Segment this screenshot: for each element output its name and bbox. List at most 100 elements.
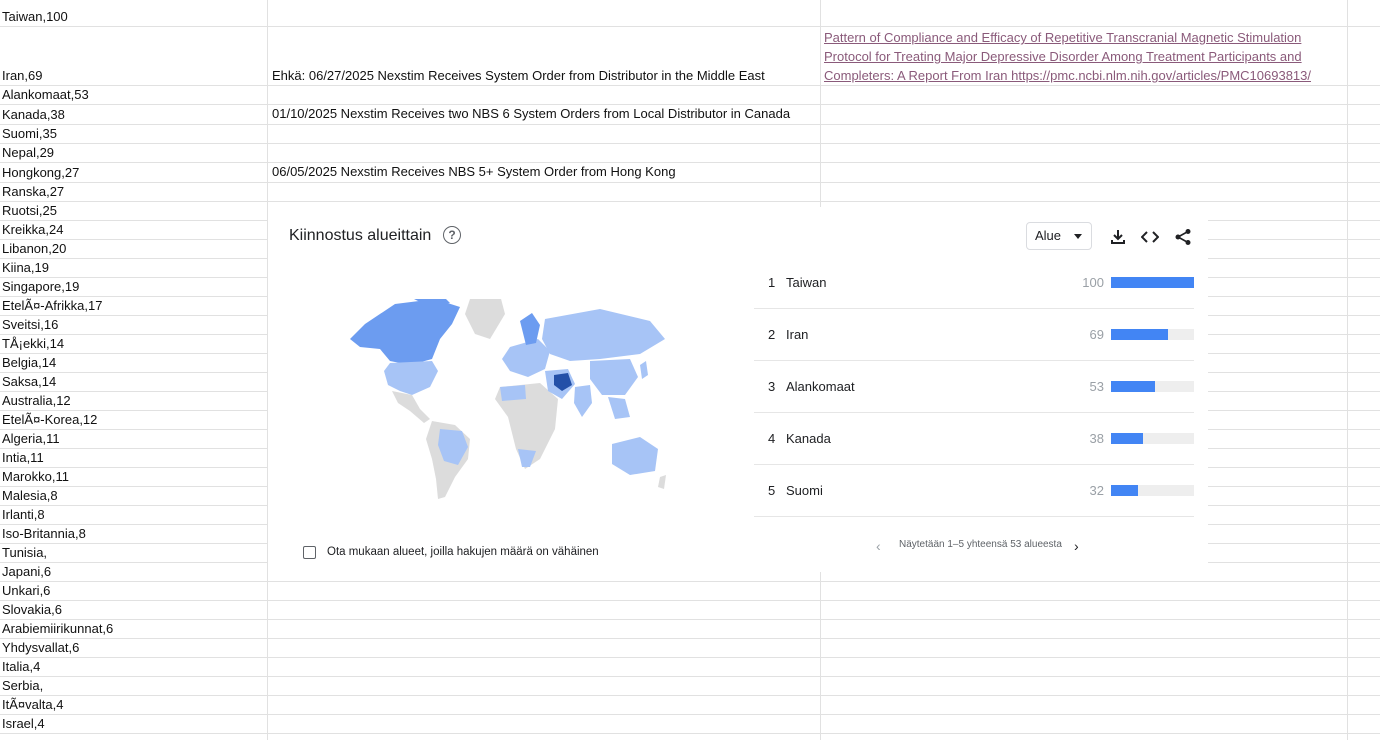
sheet-cell[interactable]: Irlanti,8	[0, 505, 267, 524]
sheet-row[interactable]: Alankomaat,53	[0, 86, 1380, 105]
sheet-cell[interactable]: Algeria,11	[0, 429, 267, 448]
low-volume-checkbox[interactable]	[303, 546, 316, 559]
map-region-canada	[350, 299, 460, 365]
sheet-cell[interactable]: Kanada,38	[0, 105, 267, 124]
ranking-row[interactable]: 2 Iran 69	[754, 309, 1194, 361]
sheet-row[interactable]: Nepal,29	[0, 144, 1380, 163]
sheet-row[interactable]: Taiwan,100	[0, 0, 1380, 27]
sheet-row[interactable]: Hongkong,27 06/05/2025 Nexstim Receives …	[0, 163, 1380, 183]
sheet-cell[interactable]: Tunisia,	[0, 543, 267, 562]
embed-code-icon[interactable]	[1141, 228, 1159, 246]
sheet-row[interactable]: Yhdysvallat,6	[0, 639, 1380, 658]
rank-number: 5	[768, 483, 776, 498]
value-bar-track	[1111, 433, 1194, 444]
value-bar-track	[1111, 485, 1194, 496]
sheet-cell[interactable]: Taiwan,100	[0, 7, 267, 26]
map-region-india	[574, 385, 592, 417]
sheet-cell[interactable]: Israel,4	[0, 714, 267, 733]
pager-text: Näytetään 1–5 yhteensä 53 alueesta	[899, 539, 1062, 550]
sheet-row[interactable]: Ranska,27	[0, 183, 1380, 202]
sheet-cell[interactable]: Yhdysvallat,6	[0, 638, 267, 657]
sheet-cell[interactable]: Kreikka,24	[0, 220, 267, 239]
region-select-value: Alue	[1035, 228, 1062, 243]
sheet-cell[interactable]: EtelÃ¤-Korea,12	[0, 410, 267, 429]
sheet-row[interactable]: Iran,69 Ehkä: 06/27/2025 Nexstim Receives…	[0, 27, 1380, 86]
caret-down-icon	[1074, 234, 1082, 239]
ranking-row[interactable]: 1 Taiwan 100	[754, 257, 1194, 309]
trends-region-widget: Kiinnostus alueittain ? Alue Ota mukaan …	[268, 207, 1208, 572]
sheet-cell[interactable]: Ruotsi,25	[0, 201, 267, 220]
sheet-cell[interactable]: Arabiemiirikunnat,6	[0, 619, 267, 638]
sheet-cell[interactable]: Australia,12	[0, 391, 267, 410]
sheet-cell[interactable]: EtelÃ¤-Afrikka,17	[0, 296, 267, 315]
sheet-row[interactable]: Slovakia,6	[0, 601, 1380, 620]
sheet-row[interactable]: Israel,4	[0, 715, 1380, 734]
widget-title: Kiinnostus alueittain	[289, 227, 432, 244]
sheet-link-cell[interactable]: Pattern of Compliance and Efficacy of Re…	[822, 28, 1348, 85]
sheet-row[interactable]: Serbia,	[0, 677, 1380, 696]
sheet-cell[interactable]: Marokko,11	[0, 467, 267, 486]
sheet-cell[interactable]: ItÃ¤valta,4	[0, 695, 267, 714]
chevron-left-icon[interactable]: ‹	[876, 538, 881, 554]
sheet-cell[interactable]: Malesia,8	[0, 486, 267, 505]
sheet-cell[interactable]: Alankomaat,53	[0, 85, 267, 104]
sheet-row[interactable]: Italia,4	[0, 658, 1380, 677]
sheet-cell[interactable]: 01/10/2025 Nexstim Receives two NBS 6 Sy…	[270, 104, 820, 123]
sheet-cell[interactable]: Suomi,35	[0, 124, 267, 143]
sheet-cell[interactable]: Japani,6	[0, 562, 267, 581]
map-region-north-africa	[500, 385, 526, 401]
ranking-row[interactable]: 3 Alankomaat 53	[754, 361, 1194, 413]
sheet-cell[interactable]: Unkari,6	[0, 581, 267, 600]
sheet-cell[interactable]: TÅ¡ekki,14	[0, 334, 267, 353]
sheet-cell[interactable]: Nepal,29	[0, 143, 267, 162]
value-bar-track	[1111, 277, 1194, 288]
sheet-cell[interactable]: Iso-Britannia,8	[0, 524, 267, 543]
ranking-row[interactable]: 5 Suomi 32	[754, 465, 1194, 517]
sheet-cell[interactable]: Libanon,20	[0, 239, 267, 258]
download-icon[interactable]	[1109, 228, 1127, 246]
region-value: 32	[1089, 483, 1104, 498]
rank-number: 3	[768, 379, 776, 394]
sheet-cell[interactable]: Sveitsi,16	[0, 315, 267, 334]
value-bar-fill	[1111, 277, 1194, 288]
region-select[interactable]: Alue	[1026, 222, 1092, 250]
chevron-right-icon[interactable]: ›	[1074, 538, 1079, 554]
rank-number: 2	[768, 327, 776, 342]
sheet-row[interactable]: Arabiemiirikunnat,6	[0, 620, 1380, 639]
map-region-southeast-asia	[608, 397, 630, 419]
share-icon[interactable]	[1174, 228, 1192, 246]
map-region-japan	[640, 361, 648, 379]
sheet-cell[interactable]: Saksa,14	[0, 372, 267, 391]
sheet-row[interactable]: Suomi,35	[0, 125, 1380, 144]
map-region-mexico	[392, 391, 430, 423]
sheet-cell[interactable]: Serbia,	[0, 676, 267, 695]
help-icon[interactable]: ?	[443, 226, 461, 244]
sheet-cell[interactable]: Ehkä: 06/27/2025 Nexstim Receives System…	[270, 66, 820, 85]
sheet-cell[interactable]: Belgia,14	[0, 353, 267, 372]
value-bar-fill	[1111, 381, 1155, 392]
region-value: 38	[1089, 431, 1104, 446]
sheet-cell[interactable]: Italia,4	[0, 657, 267, 676]
sheet-cell[interactable]: Iran,69	[0, 66, 267, 85]
map-region-new-zealand	[658, 475, 666, 489]
sheet-cell[interactable]: Singapore,19	[0, 277, 267, 296]
region-value: 69	[1089, 327, 1104, 342]
sheet-row[interactable]: Unkari,6	[0, 582, 1380, 601]
sheet-cell[interactable]: Ranska,27	[0, 182, 267, 201]
map-region-russia	[542, 309, 665, 361]
ranking-row[interactable]: 4 Kanada 38	[754, 413, 1194, 465]
sheet-cell[interactable]: Slovakia,6	[0, 600, 267, 619]
sheet-row[interactable]: ItÃ¤valta,4	[0, 696, 1380, 715]
region-name: Suomi	[786, 483, 823, 498]
value-bar-track	[1111, 381, 1194, 392]
sheet-row[interactable]: Kanada,38 01/10/2025 Nexstim Receives tw…	[0, 105, 1380, 125]
sheet-cell[interactable]: Kiina,19	[0, 258, 267, 277]
sheet-cell[interactable]: 06/05/2025 Nexstim Receives NBS 5+ Syste…	[270, 162, 820, 181]
value-bar-track	[1111, 329, 1194, 340]
sheet-cell[interactable]: Hongkong,27	[0, 163, 267, 182]
region-value: 100	[1082, 275, 1104, 290]
world-map[interactable]	[340, 299, 670, 504]
rank-number: 4	[768, 431, 776, 446]
region-name: Kanada	[786, 431, 831, 446]
sheet-cell[interactable]: Intia,11	[0, 448, 267, 467]
